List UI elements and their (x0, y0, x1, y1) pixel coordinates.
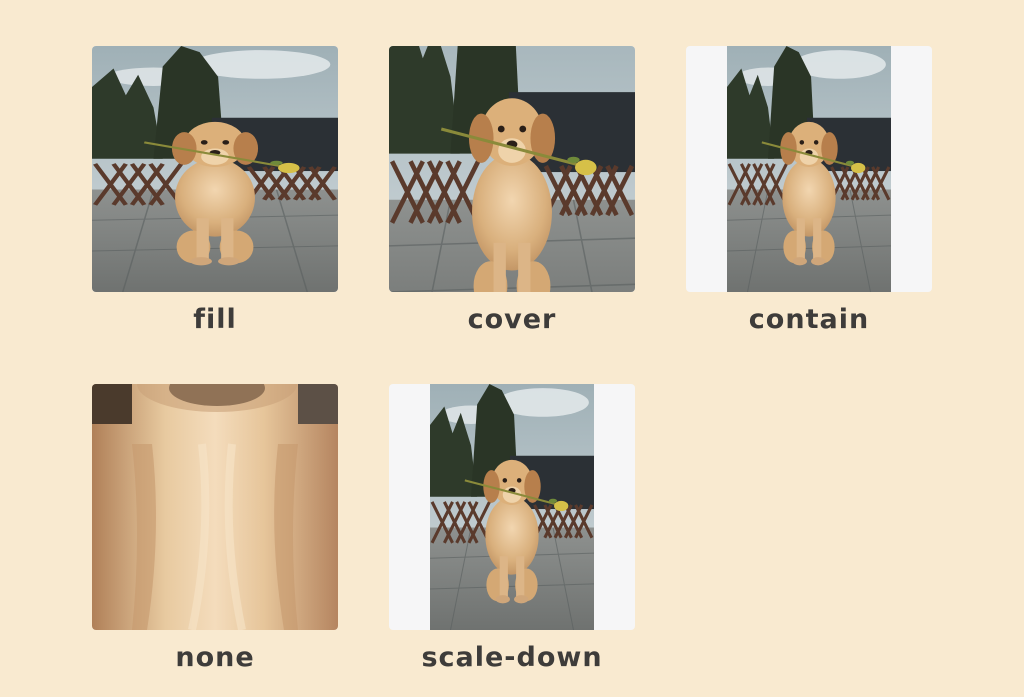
object-fit-none-example: none (92, 384, 338, 673)
cover-image-frame (389, 46, 635, 292)
object-fit-fill-example: fill (92, 46, 338, 335)
dog-image-cover (389, 46, 635, 292)
scale-down-label: scale-down (421, 642, 603, 673)
fill-label: fill (193, 304, 237, 335)
contain-image-frame (686, 46, 932, 292)
none-label: none (175, 642, 255, 673)
dog-image-none (92, 384, 338, 630)
object-fit-scale-down-example: scale-down (389, 384, 635, 673)
fill-image-frame (92, 46, 338, 292)
object-fit-cover-example: cover (389, 46, 635, 335)
dog-image-contain (725, 46, 893, 292)
none-image-frame (92, 384, 338, 630)
object-fit-contain-example: contain (686, 46, 932, 335)
scale-down-image-frame (389, 384, 635, 630)
dog-image-scale-down (428, 384, 596, 630)
cover-label: cover (467, 304, 557, 335)
contain-label: contain (748, 304, 870, 335)
dog-image-fill (92, 46, 338, 292)
